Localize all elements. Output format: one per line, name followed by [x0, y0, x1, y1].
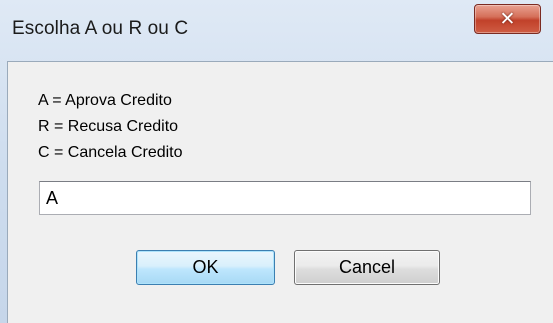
close-button[interactable]: ✕: [474, 4, 541, 34]
input-dialog: Escolha A ou R ou C ✕ A = Aprova Credito…: [0, 0, 553, 323]
ok-button[interactable]: OK: [136, 250, 275, 285]
prompt-line-approve: A = Aprova Credito: [38, 92, 172, 109]
prompt-line-refuse: R = Recusa Credito: [38, 118, 179, 135]
prompt-text: A = Aprova Credito R = Recusa Credito C …: [38, 88, 183, 166]
close-icon: ✕: [499, 8, 516, 30]
dialog-body: A = Aprova Credito R = Recusa Credito C …: [7, 61, 553, 323]
answer-input[interactable]: A: [39, 181, 531, 215]
window-title: Escolha A ou R ou C: [12, 18, 189, 39]
cancel-button[interactable]: Cancel: [294, 250, 440, 285]
prompt-line-cancel: C = Cancela Credito: [38, 144, 183, 161]
